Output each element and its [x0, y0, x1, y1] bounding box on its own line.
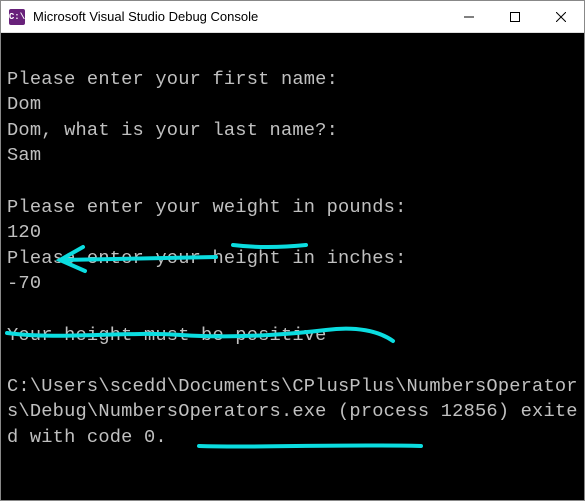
console-line: Dom, what is your last name?:	[7, 119, 338, 141]
console-line: Sam	[7, 144, 41, 166]
close-button[interactable]	[538, 1, 584, 32]
console-line: Please enter your weight in pounds:	[7, 196, 407, 218]
titlebar: C:\ Microsoft Visual Studio Debug Consol…	[1, 1, 584, 33]
console-line: Your height must be positive	[7, 324, 327, 346]
console-output: Please enter your first name: Dom Dom, w…	[1, 33, 584, 500]
console-line: C:\Users\scedd\Documents\CPlusPlus\Numbe…	[7, 375, 578, 448]
underline-exited-with-code-0	[199, 445, 421, 446]
vs-icon: C:\	[9, 9, 25, 25]
console-line: -70	[7, 272, 41, 294]
minimize-button[interactable]	[446, 1, 492, 32]
maximize-button[interactable]	[492, 1, 538, 32]
console-line: 120	[7, 221, 41, 243]
window-title: Microsoft Visual Studio Debug Console	[33, 9, 446, 24]
window-controls	[446, 1, 584, 32]
console-line: Please enter your height in inches:	[7, 247, 407, 269]
console-line: Dom	[7, 93, 41, 115]
console-line: Please enter your first name:	[7, 68, 338, 90]
